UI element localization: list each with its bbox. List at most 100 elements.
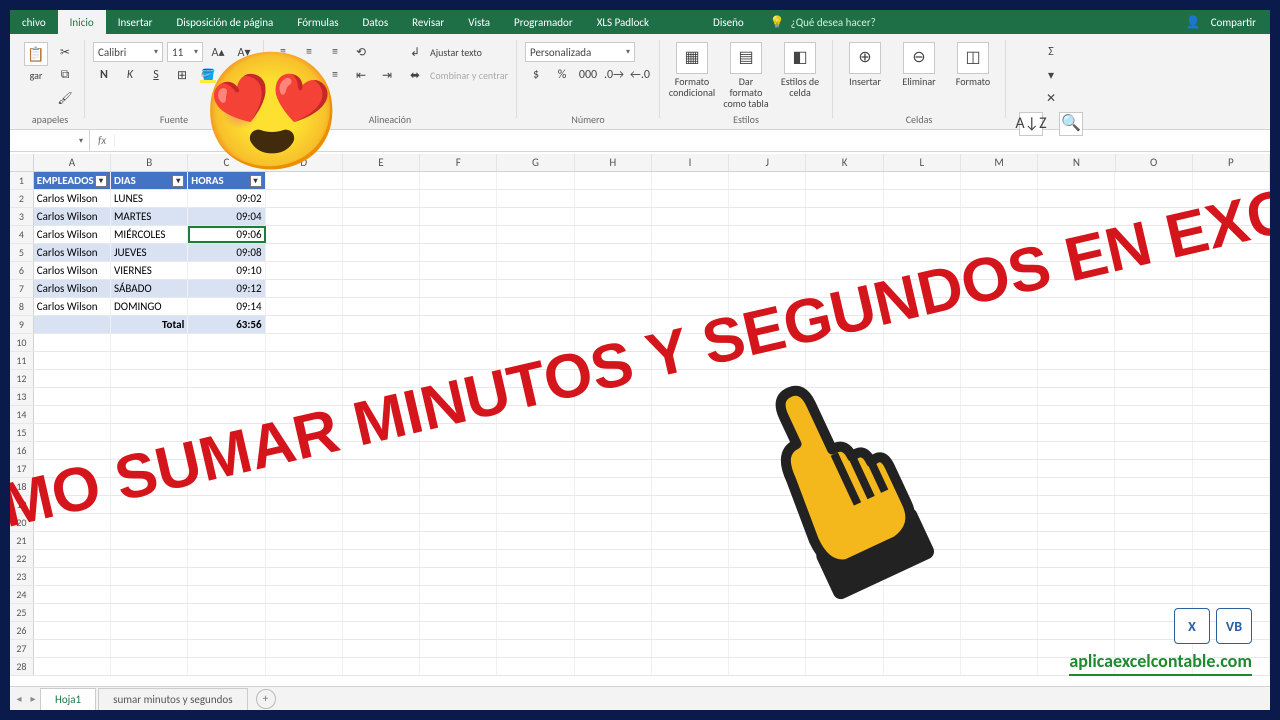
cell[interactable] <box>343 298 420 315</box>
cell[interactable] <box>1038 514 1115 531</box>
row-header[interactable]: 10 <box>10 334 34 351</box>
currency-button[interactable]: $ <box>525 65 547 85</box>
cell[interactable] <box>111 388 188 405</box>
cell[interactable] <box>497 172 574 189</box>
merge-center-button[interactable]: ⬌Combinar y centrar <box>404 65 508 85</box>
cell[interactable] <box>420 442 497 459</box>
cell[interactable] <box>961 658 1038 675</box>
cell[interactable] <box>1193 586 1270 603</box>
cell[interactable] <box>652 442 729 459</box>
cell[interactable] <box>729 640 806 657</box>
cell[interactable] <box>1038 496 1115 513</box>
cell[interactable] <box>961 604 1038 621</box>
filter-icon[interactable]: ▾ <box>172 175 184 187</box>
cell[interactable] <box>806 244 883 261</box>
cell[interactable] <box>1115 550 1192 567</box>
cell[interactable] <box>497 640 574 657</box>
cell[interactable] <box>111 658 188 675</box>
cell[interactable] <box>497 316 574 333</box>
format-as-table-button[interactable]: ▤Dar formato como tabla <box>722 42 770 109</box>
indent-inc-button[interactable]: ⇥ <box>376 65 398 85</box>
cell[interactable] <box>1115 568 1192 585</box>
cell[interactable] <box>34 352 111 369</box>
cell[interactable] <box>961 208 1038 225</box>
cell[interactable] <box>884 172 961 189</box>
cell[interactable]: VIERNES <box>111 262 188 279</box>
font-name-dropdown[interactable]: Calibri▾ <box>93 42 163 62</box>
cell[interactable] <box>266 226 343 243</box>
row-header[interactable]: 5 <box>10 244 34 261</box>
cell[interactable] <box>652 586 729 603</box>
cell[interactable] <box>575 514 652 531</box>
cell[interactable] <box>884 190 961 207</box>
cell[interactable] <box>961 442 1038 459</box>
orientation-button[interactable]: ⟲ <box>350 42 372 62</box>
cell[interactable]: 09:14 <box>188 298 265 315</box>
col-header[interactable]: E <box>343 154 420 171</box>
cell[interactable] <box>343 244 420 261</box>
cell[interactable] <box>420 604 497 621</box>
cell[interactable] <box>420 478 497 495</box>
italic-button[interactable]: K <box>119 65 141 85</box>
cell[interactable] <box>575 226 652 243</box>
tab-page-layout[interactable]: Disposición de página <box>165 10 286 34</box>
cell[interactable] <box>34 316 111 333</box>
cell[interactable] <box>961 352 1038 369</box>
cell[interactable] <box>652 658 729 675</box>
cell[interactable] <box>188 334 265 351</box>
cell[interactable] <box>1193 406 1270 423</box>
format-cells-button[interactable]: ◫Formato <box>949 42 997 87</box>
cell[interactable] <box>497 280 574 297</box>
cell[interactable] <box>1038 460 1115 477</box>
cell[interactable] <box>961 460 1038 477</box>
cell[interactable]: Carlos Wilson <box>34 280 111 297</box>
row-header[interactable]: 12 <box>10 370 34 387</box>
cell[interactable] <box>652 208 729 225</box>
sheet-nav[interactable]: ◂▸ <box>12 692 40 705</box>
insert-cells-button[interactable]: ⊕Insertar <box>841 42 889 87</box>
format-painter-button[interactable]: 🖌 <box>54 88 76 108</box>
cell[interactable] <box>266 568 343 585</box>
tab-insert[interactable]: Insertar <box>106 10 165 34</box>
number-format-dropdown[interactable]: Personalizada▾ <box>525 42 635 62</box>
cell[interactable] <box>266 658 343 675</box>
cell[interactable] <box>188 352 265 369</box>
bold-button[interactable]: N <box>93 65 115 85</box>
cell[interactable] <box>1193 442 1270 459</box>
col-header[interactable]: A <box>34 154 111 171</box>
paste-button[interactable]: 📋 <box>24 42 48 66</box>
conditional-formatting-button[interactable]: ▦Formato condicional <box>668 42 716 98</box>
tab-review[interactable]: Revisar <box>400 10 456 34</box>
cell[interactable] <box>1038 334 1115 351</box>
cell[interactable]: Carlos Wilson <box>34 298 111 315</box>
cell[interactable] <box>575 568 652 585</box>
cell[interactable]: 09:06 <box>188 226 265 243</box>
cell[interactable] <box>188 568 265 585</box>
cell[interactable] <box>343 640 420 657</box>
cell[interactable] <box>497 442 574 459</box>
autosum-button[interactable]: Σ <box>1040 42 1062 62</box>
cell[interactable] <box>188 496 265 513</box>
cell[interactable] <box>343 262 420 279</box>
cell[interactable] <box>266 244 343 261</box>
cell[interactable] <box>1193 514 1270 531</box>
cell[interactable] <box>729 190 806 207</box>
cell[interactable] <box>575 298 652 315</box>
tab-view[interactable]: Vista <box>456 10 502 34</box>
cell[interactable] <box>1038 550 1115 567</box>
cell[interactable] <box>497 586 574 603</box>
cell[interactable] <box>34 334 111 351</box>
cell[interactable] <box>420 658 497 675</box>
indent-dec-button[interactable]: ⇤ <box>350 65 372 85</box>
clear-button[interactable]: ✕ <box>1040 88 1062 108</box>
cell[interactable] <box>111 370 188 387</box>
cell[interactable] <box>961 568 1038 585</box>
cell[interactable]: LUNES <box>111 190 188 207</box>
cell[interactable] <box>111 622 188 639</box>
cell[interactable] <box>575 532 652 549</box>
cell[interactable] <box>961 388 1038 405</box>
cell[interactable] <box>961 514 1038 531</box>
cell[interactable] <box>652 424 729 441</box>
cell[interactable] <box>34 640 111 657</box>
cell[interactable] <box>961 550 1038 567</box>
